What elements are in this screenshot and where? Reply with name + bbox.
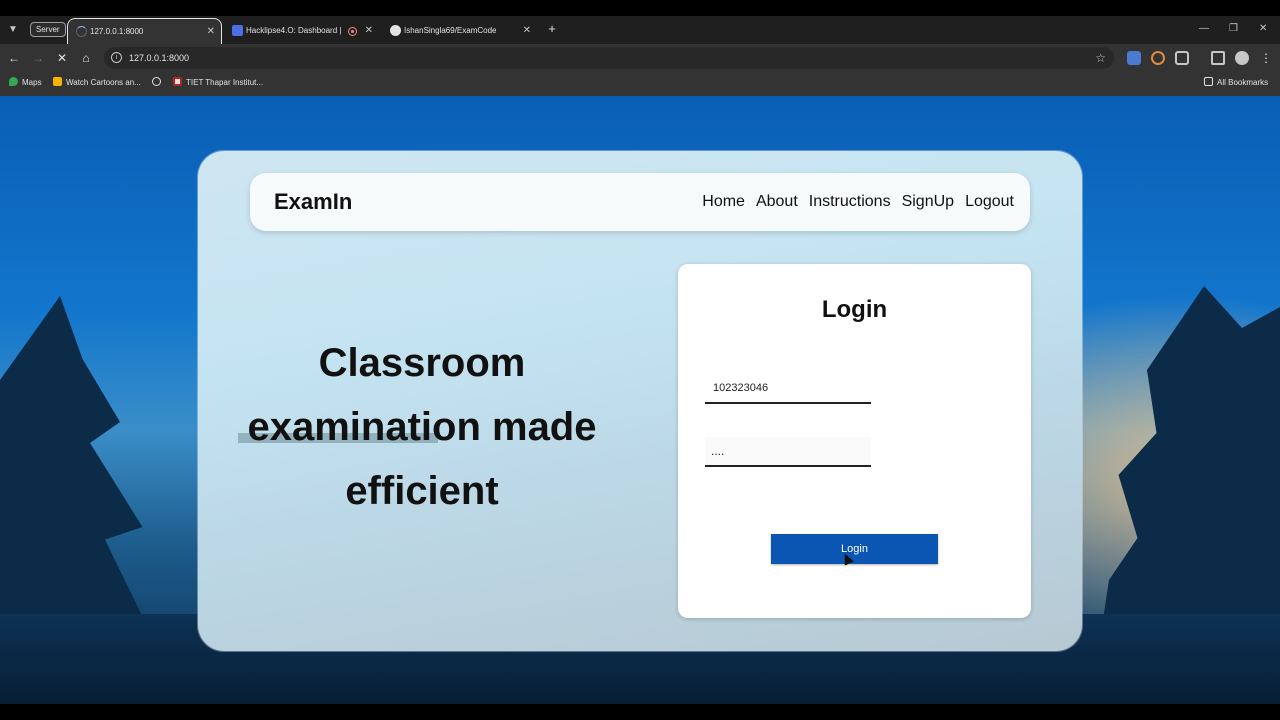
hero-line: Classroom xyxy=(318,341,526,385)
new-tab-button[interactable]: + xyxy=(544,21,560,37)
username-input[interactable] xyxy=(705,374,871,404)
dashboard-favicon-icon xyxy=(232,25,243,36)
address-bar[interactable]: i 127.0.0.1:8000 ☆ xyxy=(104,47,1114,69)
browser-menu-icon[interactable]: ⋮ xyxy=(1258,50,1274,66)
bookmark-maps[interactable]: Maps xyxy=(9,72,42,93)
tab-group-server-badge[interactable]: Server xyxy=(30,22,66,37)
all-bookmarks-label: All Bookmarks xyxy=(1217,78,1269,87)
bookmark-label: Maps xyxy=(22,78,42,87)
password-input[interactable] xyxy=(705,437,871,467)
bookmark-label: Watch Cartoons an... xyxy=(66,78,141,87)
nav-logout[interactable]: Logout xyxy=(965,193,1014,211)
github-icon xyxy=(390,25,401,36)
login-title: Login xyxy=(821,296,888,323)
nav-links: Home About Instructions SignUp Logout xyxy=(691,173,1014,231)
login-button[interactable]: Login xyxy=(771,534,938,564)
browser-tab-strip: ▼ Server 127.0.0.1:8000 ✕ Hacklipse4.O: … xyxy=(0,16,1280,44)
puzzle-extensions-icon[interactable] xyxy=(1175,51,1189,65)
bookmark-globe[interactable] xyxy=(152,72,165,93)
globe-icon xyxy=(152,77,161,86)
screen-bottom-border xyxy=(0,704,1280,720)
bookmark-star-icon[interactable]: ☆ xyxy=(1095,47,1106,69)
tab-search-chevron-icon[interactable]: ▼ xyxy=(6,23,20,37)
tab-github-examcode[interactable]: IshanSingla69/ExamCode ✕ xyxy=(382,18,537,44)
home-icon[interactable]: ⌂ xyxy=(78,50,94,66)
tab-title: 127.0.0.1:8000 xyxy=(90,27,144,36)
side-panel-icon[interactable] xyxy=(1211,51,1225,65)
close-tab-icon[interactable]: ✕ xyxy=(207,19,215,45)
maps-pin-icon xyxy=(9,77,18,86)
screen-top-border xyxy=(0,0,1280,16)
close-tab-icon[interactable]: ✕ xyxy=(365,18,373,44)
back-arrow-icon[interactable]: ← xyxy=(6,50,22,66)
minimize-window-icon[interactable]: — xyxy=(1199,22,1209,36)
restore-window-icon[interactable]: ❐ xyxy=(1229,22,1238,36)
all-bookmarks-folder[interactable]: All Bookmarks xyxy=(1204,72,1268,93)
site-brand[interactable]: ExamIn xyxy=(274,173,352,231)
web-page: ExamIn Home About Instructions SignUp Lo… xyxy=(0,96,1280,704)
browser-toolbar: ← → ✕ ⌂ i 127.0.0.1:8000 ☆ ⋮ xyxy=(0,44,1280,72)
site-info-icon[interactable]: i xyxy=(111,52,122,63)
bookmarks-bar: Maps Watch Cartoons an... TIET Thapar In… xyxy=(0,72,1280,96)
hero-line: examination made xyxy=(247,405,597,449)
bookmark-tiet-thapar[interactable]: TIET Thapar Institut... xyxy=(173,72,263,93)
recording-indicator-icon xyxy=(348,27,357,36)
nav-signup[interactable]: SignUp xyxy=(902,193,954,211)
folder-icon xyxy=(1204,77,1213,86)
nav-home[interactable]: Home xyxy=(702,193,745,211)
cartoon-favicon-icon xyxy=(53,77,62,86)
nav-about[interactable]: About xyxy=(756,193,798,211)
stop-loading-icon[interactable]: ✕ xyxy=(54,50,70,66)
bookmark-watch-cartoons[interactable]: Watch Cartoons an... xyxy=(53,72,141,93)
main-glass-card: ExamIn Home About Instructions SignUp Lo… xyxy=(198,151,1082,651)
nav-instructions[interactable]: Instructions xyxy=(809,193,891,211)
close-tab-icon[interactable]: ✕ xyxy=(523,18,531,44)
site-navbar: ExamIn Home About Instructions SignUp Lo… xyxy=(250,173,1030,231)
login-card: Login Login xyxy=(678,264,1031,618)
bookmark-label: TIET Thapar Institut... xyxy=(186,78,264,87)
hero-line: efficient xyxy=(345,469,499,513)
tiet-favicon-icon xyxy=(173,77,182,86)
profile-avatar-icon[interactable] xyxy=(1235,51,1249,65)
tab-title: Hacklipse4.O: Dashboard | D xyxy=(246,26,342,35)
translate-extension-icon[interactable] xyxy=(1127,51,1141,65)
close-window-icon[interactable]: ✕ xyxy=(1259,22,1267,36)
address-url[interactable]: 127.0.0.1:8000 xyxy=(129,47,189,69)
tab-hacklipse-dashboard[interactable]: Hacklipse4.O: Dashboard | D ✕ xyxy=(224,18,379,44)
forward-arrow-icon[interactable]: → xyxy=(30,50,46,66)
extension-icon[interactable] xyxy=(1151,51,1165,65)
loading-spinner-icon xyxy=(76,26,87,37)
tab-localhost[interactable]: 127.0.0.1:8000 ✕ xyxy=(67,18,222,44)
tab-title: IshanSingla69/ExamCode xyxy=(404,26,497,35)
hero-heading: Classroom examination made efficient xyxy=(238,331,606,523)
